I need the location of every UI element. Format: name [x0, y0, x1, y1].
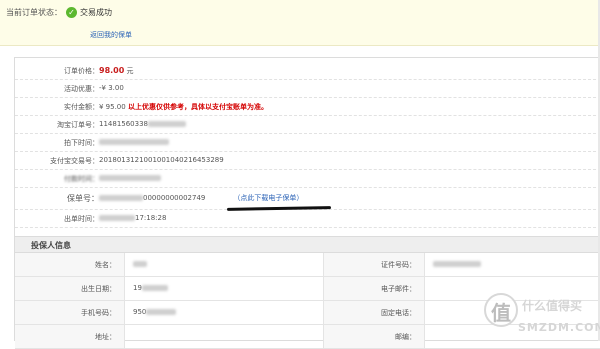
order-status-value: 交易成功 [80, 8, 112, 17]
order-price-unit: 元 [126, 67, 134, 75]
taobao-order-row: 淘宝订单号： 11481560338 [15, 116, 600, 134]
site-watermark: 值 什么值得买 SMZDM.COM [478, 289, 600, 341]
redacted-block [146, 309, 177, 315]
order-status-line: 当前订单状态： ✓ 交易成功 [6, 7, 112, 18]
back-to-policies-link[interactable]: 返回我的保单 [90, 30, 132, 40]
paid-value: ¥ 95.00 [99, 103, 126, 111]
alipay-no-value: 2018013121001001040216453289 [99, 156, 224, 164]
order-price-value: 98.00 [99, 66, 125, 75]
order-status-box: 当前订单状态： ✓ 交易成功 返回我的保单 [0, 0, 600, 46]
email-label: 电子邮件： [381, 285, 416, 293]
taobao-order-value: 11481560338 [99, 120, 148, 128]
birth-date-value: 19 [133, 284, 142, 292]
watermark-logo-char: 值 [491, 301, 511, 325]
watermark-sub: SMZDM.COM [518, 321, 600, 334]
birth-date-label: 出生日期： [81, 285, 116, 293]
order-price-label: 订单价格： [64, 67, 99, 75]
landline-label: 固定电话： [381, 309, 416, 317]
issue-time-label: 出单时间： [64, 215, 99, 223]
phone-value: 950 [133, 308, 147, 316]
redacted-block [99, 175, 161, 181]
pay-time-label: 付款时间： [64, 175, 99, 183]
policy-no-value: 00000000002749 [143, 194, 206, 202]
issue-time-value: 17:18:28 [135, 214, 167, 222]
ordered-time-row: 拍下时间： [15, 134, 600, 152]
redacted-block [133, 261, 147, 267]
holder-section-title: 投保人信息 [31, 241, 71, 250]
order-status-label: 当前订单状态： [6, 8, 62, 17]
watermark-text: 什么值得买 [522, 299, 583, 313]
paid-label: 实付金额： [64, 103, 99, 111]
redacted-block [141, 285, 168, 291]
promo-row: 活动优惠： -¥ 3.00 [15, 80, 600, 98]
check-icon: ✓ [66, 7, 77, 18]
taobao-order-label: 淘宝订单号： [57, 121, 99, 129]
pay-time-row: 付款时间： [15, 170, 600, 188]
redacted-block [99, 215, 135, 221]
phone-label: 手机号码： [81, 309, 116, 317]
redacted-block [99, 139, 169, 145]
paid-row: 实付金额： ¥ 95.00 以上优惠仅供参考，具体以支付宝账单为准。 [15, 98, 600, 116]
redacted-block [433, 261, 481, 267]
paid-note: 以上优惠仅供参考，具体以支付宝账单为准。 [127, 103, 268, 111]
name-label: 姓名： [95, 261, 116, 269]
order-info-rows: 订单价格： 98.00 元 活动优惠： -¥ 3.00 实付金额： ¥ 95.0… [15, 62, 600, 228]
policy-no-label: 保单号： [67, 194, 99, 203]
redacted-block [148, 121, 186, 127]
order-price-row: 订单价格： 98.00 元 [15, 62, 600, 80]
holder-section-header: 投保人信息 [15, 236, 600, 253]
holder-row: 姓名： 证件号码： [15, 253, 600, 277]
issue-time-row: 出单时间： 17:18:28 [15, 210, 600, 228]
promo-label: 活动优惠： [64, 85, 99, 93]
ordered-time-label: 拍下时间： [64, 139, 99, 147]
policy-no-row: 保单号： 00000000002749 （点此下载电子保单） [15, 188, 600, 211]
promo-value: -¥ 3.00 [99, 84, 124, 92]
watermark-logo-icon: 值 [484, 293, 518, 327]
id-number-label: 证件号码： [381, 261, 416, 269]
download-policy-link[interactable]: （点此下载电子保单） [233, 194, 303, 202]
alipay-no-label: 支付宝交易号： [50, 157, 99, 165]
alipay-no-row: 支付宝交易号： 2018013121001001040216453289 [15, 152, 600, 170]
redacted-block [99, 195, 143, 201]
